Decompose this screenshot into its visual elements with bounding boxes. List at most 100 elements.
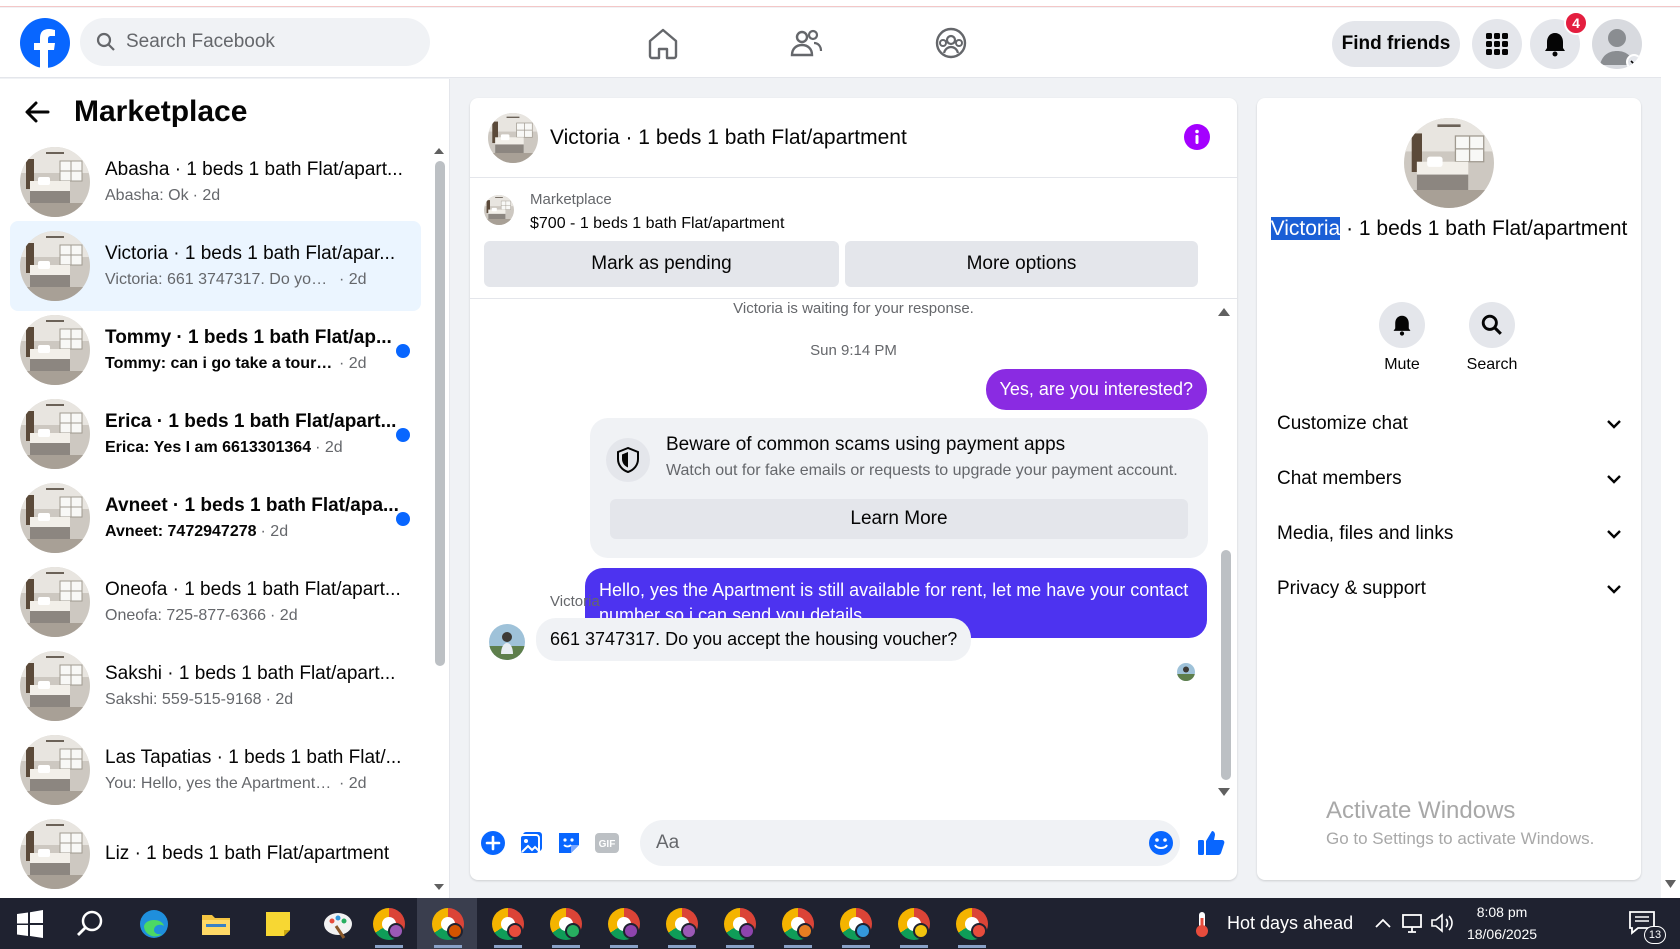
conversation-item[interactable]: Erica · 1 beds 1 bath Flat/apart... Erica… xyxy=(10,389,421,479)
conversation-item[interactable]: Abasha · 1 beds 1 bath Flat/apart... Abas… xyxy=(10,137,421,227)
thumbs-up-icon[interactable] xyxy=(1196,828,1226,858)
scam-title: Beware of common scams using payment app… xyxy=(666,434,1066,455)
conversation-preview: Victoria: 661 3747317. Do you acce... xyxy=(105,271,335,288)
chevron-up-icon[interactable] xyxy=(1374,914,1392,932)
bell-icon xyxy=(1393,315,1411,336)
chrome-profile-icon[interactable] xyxy=(898,908,930,940)
chrome-profile-icon[interactable] xyxy=(550,908,582,940)
paint-app-icon[interactable] xyxy=(322,908,354,940)
conversation-title: Abasha · 1 beds 1 bath Flat/apart... xyxy=(105,159,403,180)
search-bar[interactable]: Search Facebook xyxy=(80,18,430,66)
chat-scroll-down-icon[interactable] xyxy=(1218,788,1230,796)
file-explorer-icon[interactable] xyxy=(200,908,232,940)
page-scrollbar[interactable] xyxy=(1661,8,1680,898)
message-in[interactable]: 661 3747317. Do you accept the housing v… xyxy=(536,618,972,661)
info-icon[interactable] xyxy=(1184,124,1210,150)
volume-icon[interactable] xyxy=(1430,912,1454,934)
conversation-item[interactable]: Avneet · 1 beds 1 bath Flat/apa... Avneet… xyxy=(10,473,421,563)
chrome-profile-icon[interactable] xyxy=(956,908,988,940)
notification-count-badge: 13 xyxy=(1644,926,1666,944)
mute-action[interactable]: Mute xyxy=(1357,302,1447,374)
conversation-thumbnail xyxy=(20,231,90,301)
sticky-notes-icon[interactable] xyxy=(262,908,294,940)
menu-button[interactable] xyxy=(1472,19,1522,69)
sender-avatar[interactable] xyxy=(489,624,525,660)
section-label: Chat members xyxy=(1277,468,1402,489)
conversation-item[interactable]: Liz · 1 beds 1 bath Flat/apartment xyxy=(10,809,421,898)
details-name-highlight: Victoria xyxy=(1270,217,1341,240)
details-avatar[interactable] xyxy=(1404,118,1494,208)
conversation-preview-line: You: Hello, yes the Apartment is stil...… xyxy=(105,775,405,793)
clock-time[interactable]: 8:08 pm xyxy=(1462,904,1542,920)
conversation-date: · 2d xyxy=(339,775,367,792)
thermometer-icon[interactable] xyxy=(1190,910,1214,938)
conversation-item[interactable]: Sakshi · 1 beds 1 bath Flat/apart... Saks… xyxy=(10,641,421,731)
privacy-support-section[interactable]: Privacy & support xyxy=(1277,578,1621,600)
conversation-item[interactable]: Oneofa · 1 beds 1 bath Flat/apart... Oneo… xyxy=(10,557,421,647)
chat-header-avatar[interactable] xyxy=(488,113,538,163)
customize-chat-section[interactable]: Customize chat xyxy=(1277,413,1621,435)
conversation-preview: Sakshi: 559-515-9168 xyxy=(105,691,262,708)
groups-icon[interactable] xyxy=(934,26,968,60)
chrome-profile-icon[interactable] xyxy=(492,908,524,940)
conversation-item[interactable]: Tommy · 1 beds 1 bath Flat/ap... Tommy: c… xyxy=(10,305,421,395)
conversation-date: · 2d xyxy=(339,271,367,288)
conversation-item[interactable]: Las Tapatias · 1 beds 1 bath Flat/... You… xyxy=(10,725,421,815)
chrome-profile-icon[interactable] xyxy=(432,908,464,940)
chat-scroll-up-icon[interactable] xyxy=(1218,308,1230,316)
sidebar-scrollbar-thumb[interactable] xyxy=(435,161,445,666)
message-input[interactable]: Aa xyxy=(640,820,1180,866)
friends-icon[interactable] xyxy=(789,26,823,60)
message-out[interactable]: Yes, are you interested? xyxy=(985,369,1207,410)
back-arrow-icon[interactable] xyxy=(24,100,50,124)
photo-icon[interactable] xyxy=(518,830,544,856)
conversation-preview-line: Sakshi: 559-515-9168 · 2d xyxy=(105,691,405,709)
listing-thumbnail[interactable] xyxy=(484,195,514,225)
running-indicator xyxy=(842,945,870,948)
media-files-links-section[interactable]: Media, files and links xyxy=(1277,523,1621,545)
home-icon[interactable] xyxy=(646,26,680,60)
running-indicator xyxy=(726,945,754,948)
conversation-item[interactable]: Victoria · 1 beds 1 bath Flat/apar... Vic… xyxy=(10,221,421,311)
unread-dot xyxy=(396,344,410,358)
shield-icon-wrap xyxy=(606,438,650,482)
chat-title[interactable]: Victoria · 1 beds 1 bath Flat/apartment xyxy=(550,126,907,150)
search-icon[interactable] xyxy=(74,908,106,940)
listing-title[interactable]: $700 - 1 beds 1 bath Flat/apartment xyxy=(530,215,784,233)
network-icon[interactable] xyxy=(1400,912,1424,934)
conversation-title: Tommy · 1 beds 1 bath Flat/ap... xyxy=(105,327,392,348)
chrome-profile-icon[interactable] xyxy=(840,908,872,940)
more-options-button[interactable]: More options xyxy=(845,241,1198,287)
conversation-preview-line: Tommy: can i go take a tour to... · 2d xyxy=(105,355,405,373)
conversation-text: Victoria · 1 beds 1 bath Flat/apar... Vic… xyxy=(105,243,405,289)
emoji-icon[interactable] xyxy=(1148,830,1174,856)
search-action[interactable]: Search xyxy=(1447,302,1537,374)
conversation-details-panel: Victoria · 1 beds 1 bath Flat/apartment … xyxy=(1257,98,1641,880)
chrome-profile-icon[interactable] xyxy=(782,908,814,940)
chat-scrollbar-thumb[interactable] xyxy=(1221,550,1231,780)
chat-members-section[interactable]: Chat members xyxy=(1277,468,1621,490)
clock-date[interactable]: 18/06/2025 xyxy=(1462,926,1542,942)
gif-icon[interactable]: GIF xyxy=(594,830,620,856)
windows-start-icon[interactable] xyxy=(16,910,44,938)
scroll-down-arrow-icon[interactable] xyxy=(1665,880,1676,888)
sticker-icon[interactable] xyxy=(556,830,582,856)
chrome-profile-icon[interactable] xyxy=(608,908,640,940)
facebook-logo[interactable] xyxy=(20,18,70,68)
account-avatar[interactable] xyxy=(1592,19,1642,69)
weather-text[interactable]: Hot days ahead xyxy=(1227,913,1353,934)
conversation-text: Liz · 1 beds 1 bath Flat/apartment xyxy=(105,843,405,865)
chrome-profile-icon[interactable] xyxy=(373,908,405,940)
conversation-date: · 2d xyxy=(339,355,367,372)
find-friends-button[interactable]: Find friends xyxy=(1332,21,1460,67)
search-placeholder: Search Facebook xyxy=(126,31,275,52)
chrome-profile-icon[interactable] xyxy=(666,908,698,940)
room-thumbnail-icon xyxy=(484,195,514,225)
running-indicator xyxy=(610,945,638,948)
learn-more-button[interactable]: Learn More xyxy=(610,499,1188,539)
plus-circle-icon[interactable] xyxy=(480,830,506,856)
message-list: Victoria is waiting for your response. S… xyxy=(470,300,1237,800)
mark-as-pending-button[interactable]: Mark as pending xyxy=(484,241,839,287)
chrome-profile-icon[interactable] xyxy=(724,908,756,940)
edge-browser-icon[interactable] xyxy=(138,908,170,940)
